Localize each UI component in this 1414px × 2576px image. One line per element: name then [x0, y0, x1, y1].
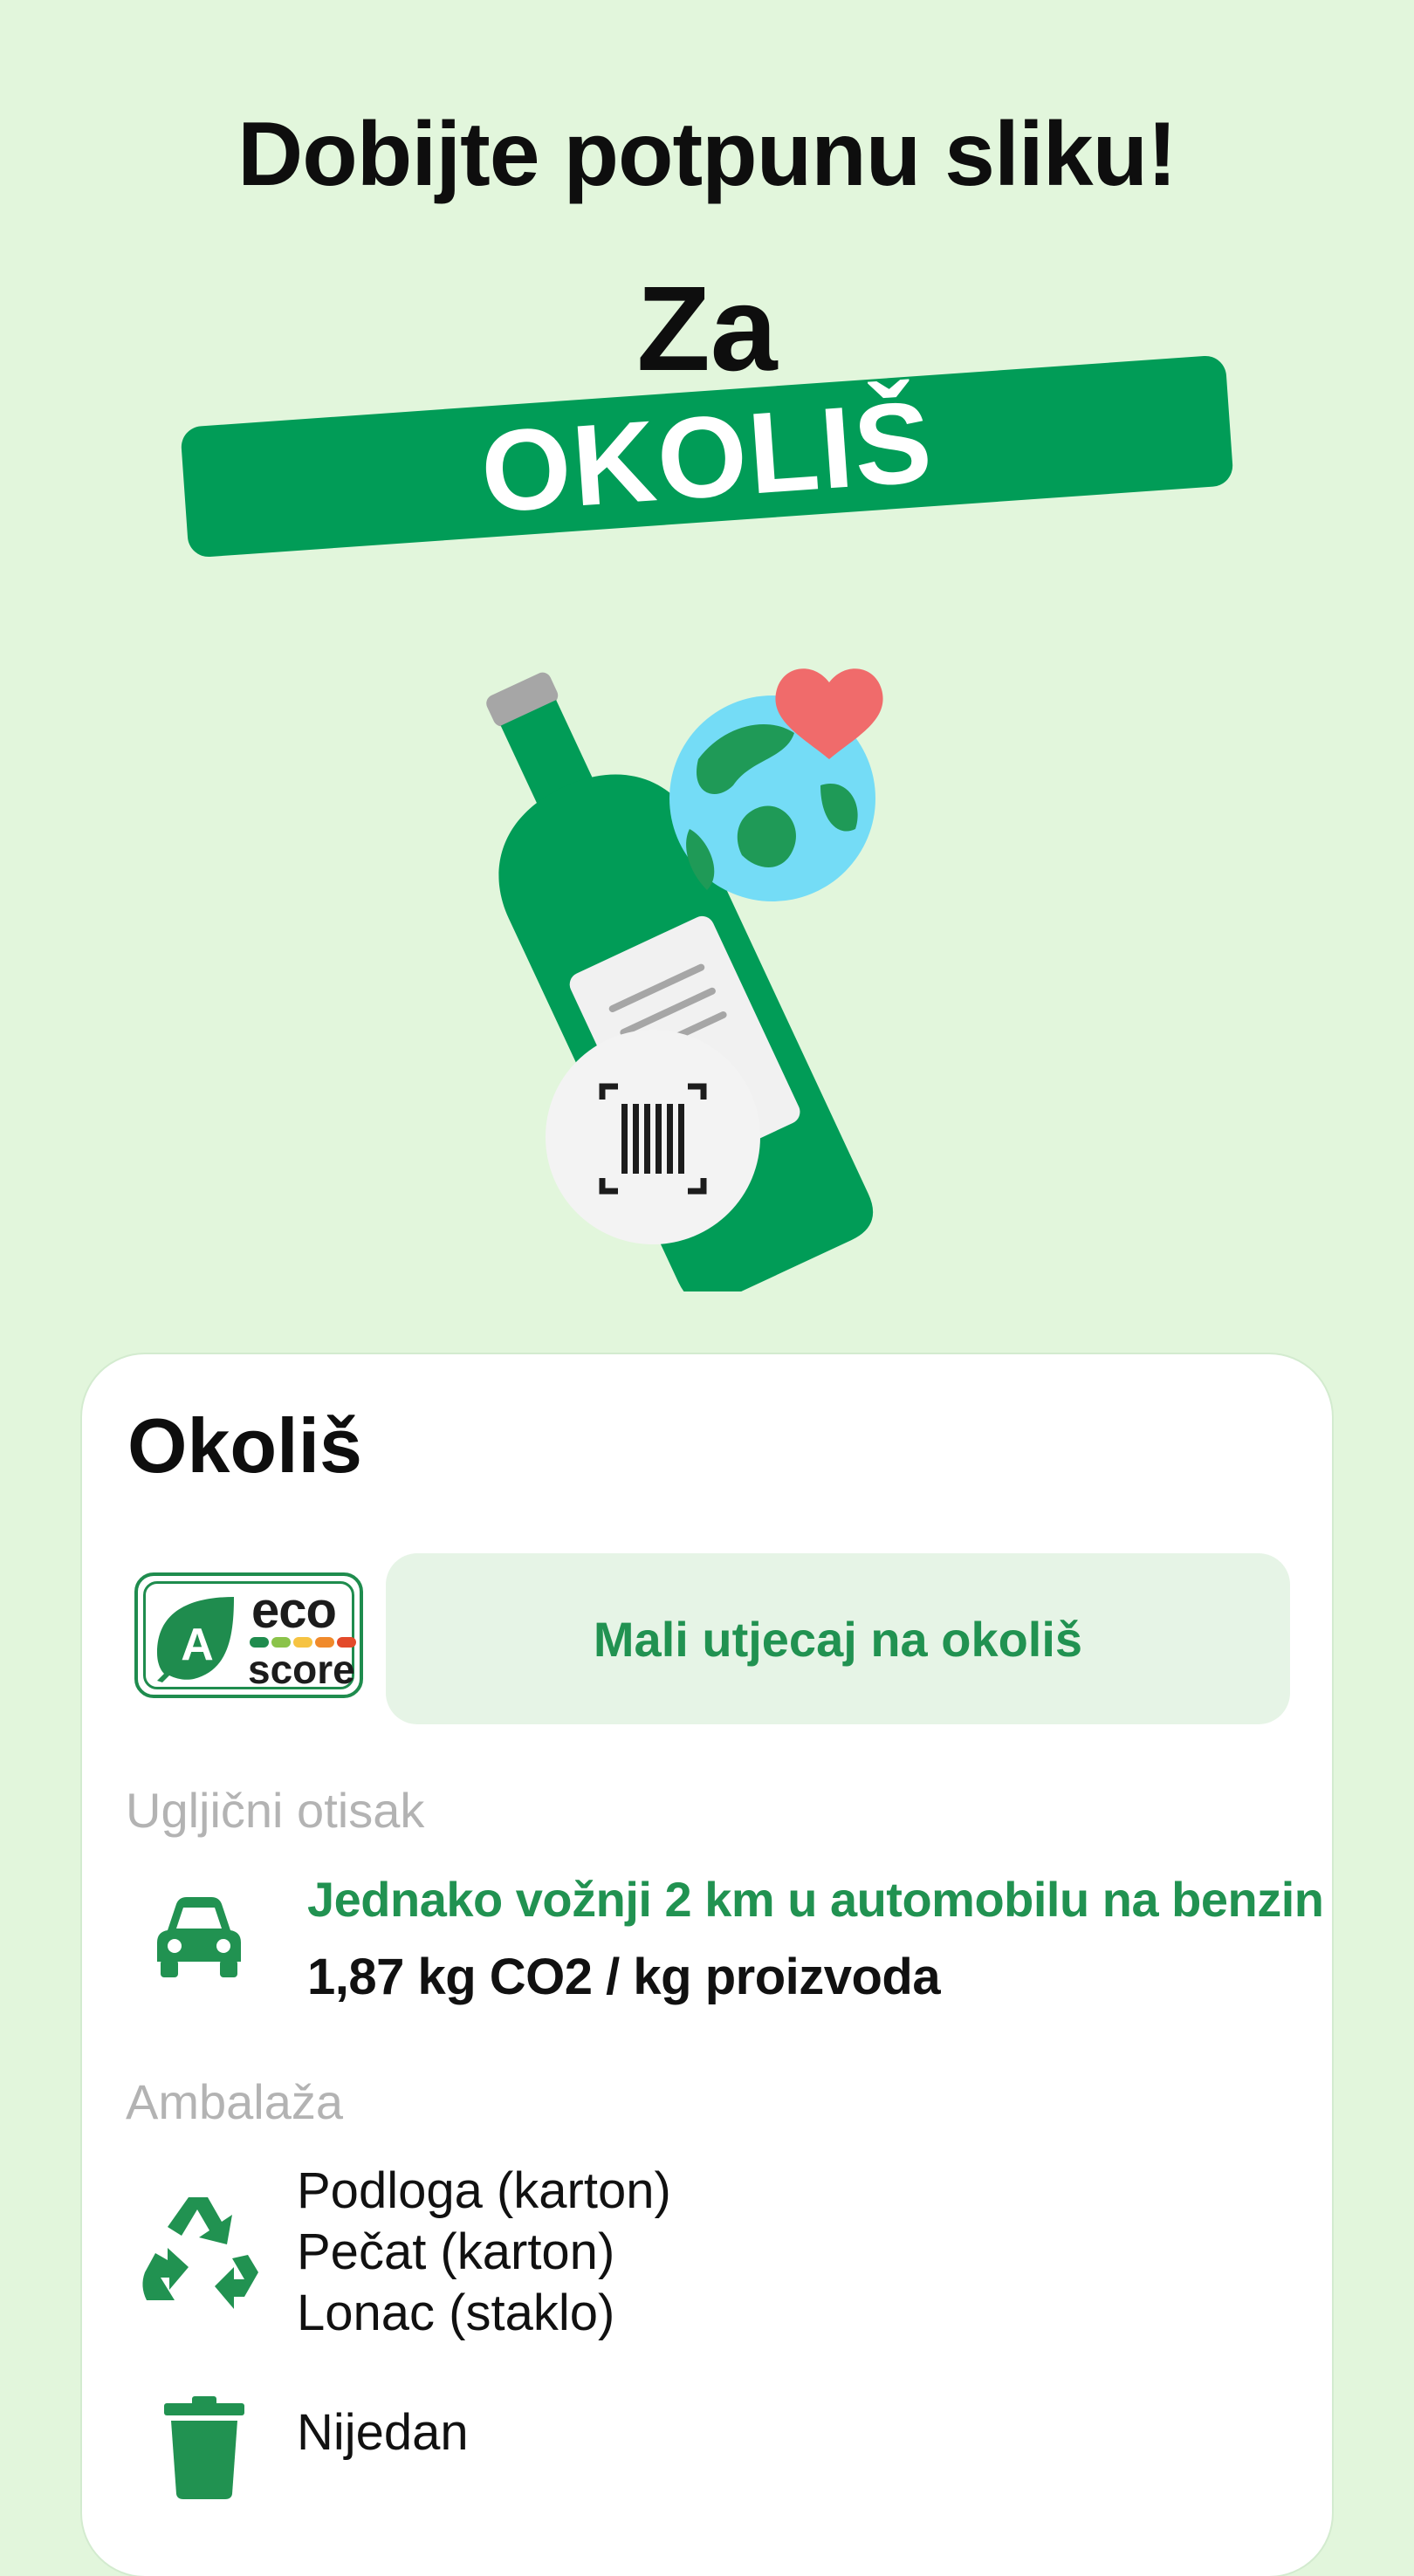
car-icon	[157, 1897, 241, 1977]
impact-summary-text: Mali utjecaj na okoliš	[593, 1611, 1083, 1667]
environment-banner-label: OKOLIŠ	[477, 376, 937, 537]
ecoscore-grade: A	[181, 1620, 214, 1670]
card-title: Okoliš	[127, 1402, 362, 1489]
trash-icon	[164, 2396, 244, 2499]
ecoscore-word-bottom: score	[248, 1647, 355, 1692]
bottle-globe-illustration	[486, 668, 883, 1291]
barcode-scan-icon	[546, 1030, 760, 1244]
recyclable-item: Lonac (staklo)	[297, 2285, 615, 2341]
carbon-value: 1,87 kg CO2 / kg proizvoda	[307, 1949, 941, 2005]
non-recyclable-value: Nijedan	[297, 2404, 469, 2461]
recyclable-item: Podloga (karton)	[297, 2162, 671, 2219]
recyclable-item: Pečat (karton)	[297, 2223, 615, 2280]
recycle-icon	[142, 2197, 258, 2309]
leaf-icon: A	[157, 1597, 234, 1682]
carbon-footprint-label: Ugljični otisak	[126, 1783, 425, 1838]
packaging-label: Ambalaža	[126, 2074, 344, 2129]
carbon-comparison: Jednako vožnji 2 km u automobilu na benz…	[307, 1872, 1324, 1927]
recyclable-list: Podloga (karton) Pečat (karton) Lonac (s…	[297, 2161, 671, 2344]
ecoscore-word-top: eco	[251, 1582, 337, 1639]
impact-summary-pill[interactable]: Mali utjecaj na okoliš	[386, 1553, 1290, 1724]
ecoscore-badge: A eco score	[134, 1572, 363, 1698]
headline: Dobijte potpunu sliku!	[237, 104, 1177, 205]
environment-card: Okoliš A eco score Mali utjecaj na okoli…	[82, 1354, 1332, 2576]
